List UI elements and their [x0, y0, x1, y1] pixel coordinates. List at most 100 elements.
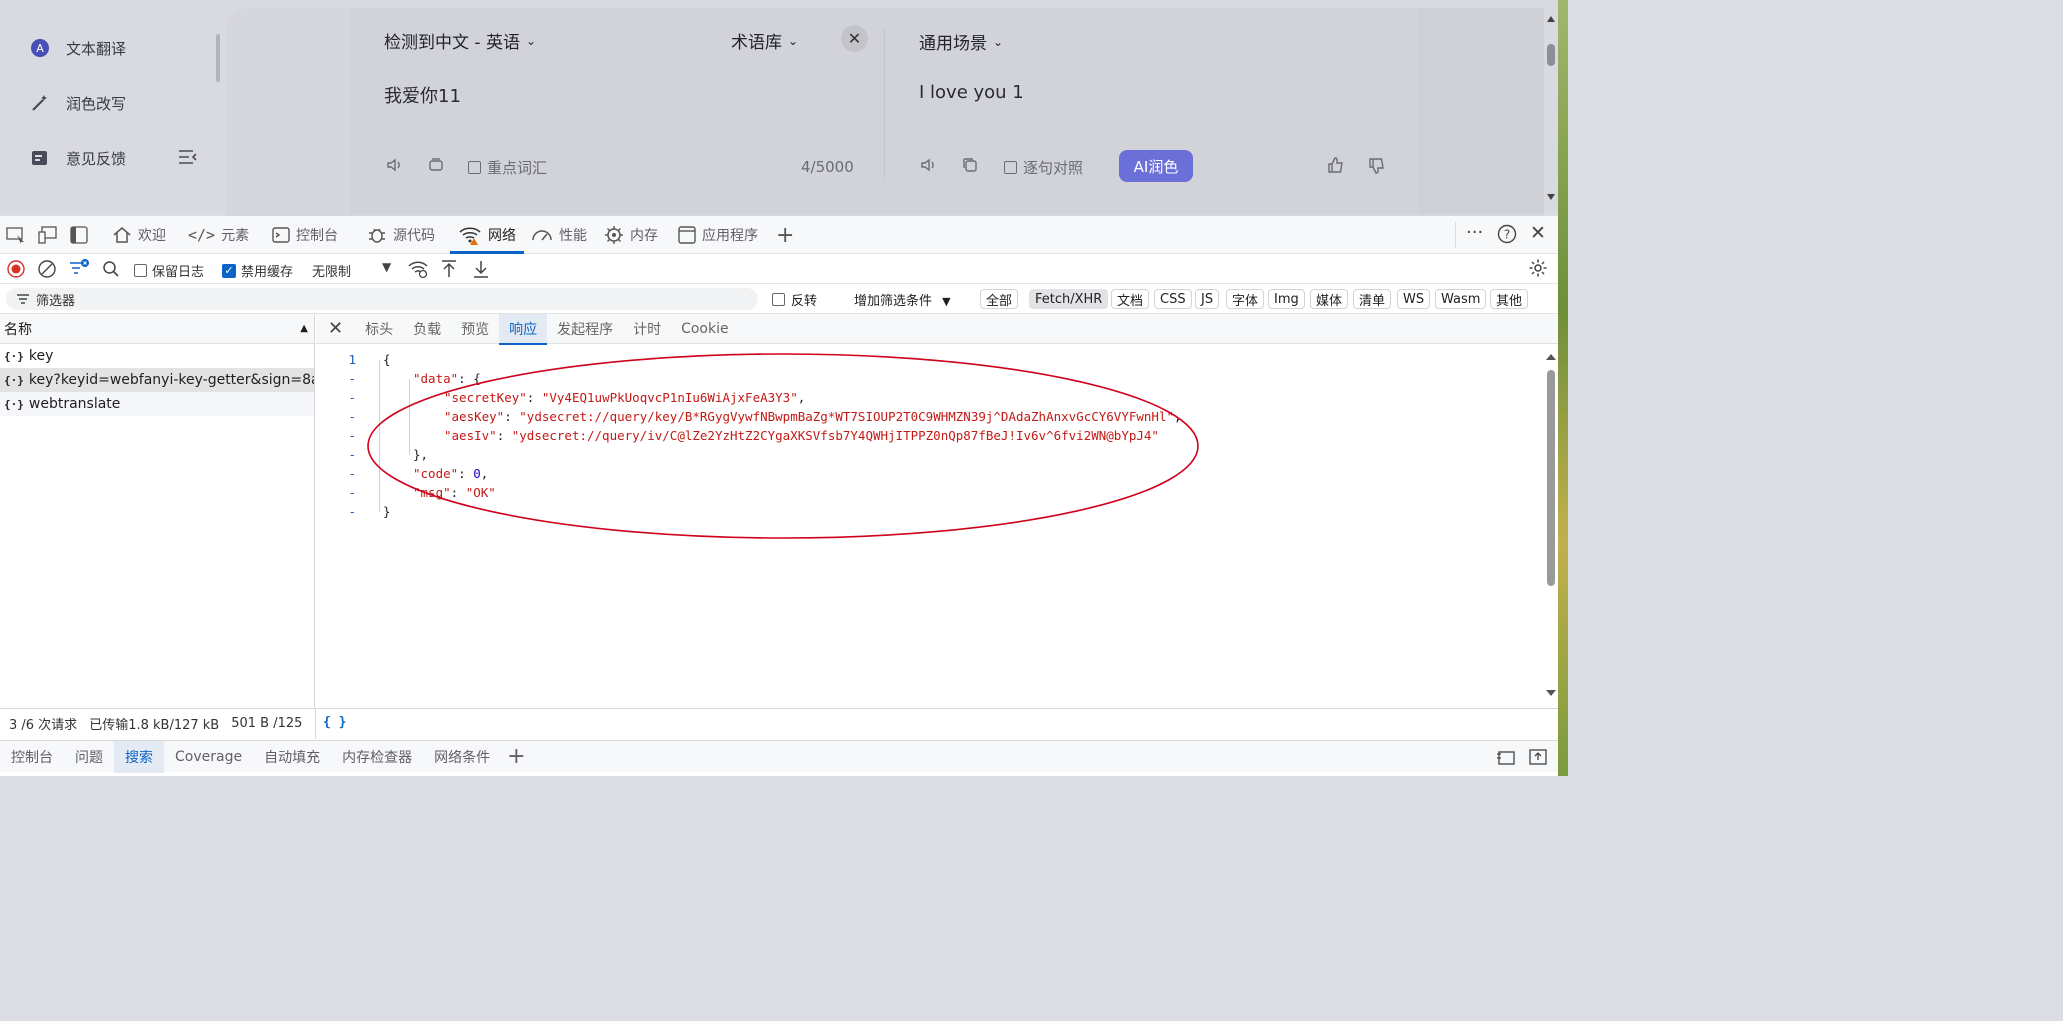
sidebar-item-text-translate[interactable]: A 文本翻译 — [28, 36, 126, 60]
tab-headers[interactable]: 标头 — [355, 314, 403, 344]
clear-icon[interactable] — [38, 260, 56, 282]
chevron-down-icon: ⌄ — [525, 33, 537, 48]
drawer-tab-issues[interactable]: 问题 — [64, 741, 114, 773]
chip-css[interactable]: CSS — [1154, 289, 1192, 309]
close-detail-icon[interactable]: ✕ — [316, 314, 355, 344]
tab-timing[interactable]: 计时 — [623, 314, 671, 344]
add-drawer-tab-icon[interactable]: + — [507, 744, 525, 769]
tab-response[interactable]: 响应 — [499, 313, 548, 345]
chip-ws[interactable]: WS — [1397, 289, 1431, 309]
speaker-icon[interactable] — [386, 156, 404, 174]
checkbox-box[interactable] — [468, 161, 481, 174]
chip-other[interactable]: 其他 — [1490, 289, 1529, 309]
caret-down-icon[interactable]: ▼ — [382, 260, 391, 274]
json-token: }, — [413, 447, 429, 462]
drawer-tab-console[interactable]: 控制台 — [0, 741, 64, 773]
preserve-log-checkbox[interactable]: 保留日志 — [134, 261, 204, 280]
help-icon[interactable]: ? — [1497, 224, 1517, 248]
tab-welcome[interactable]: 欢迎 — [112, 216, 166, 254]
sentence-compare-checkbox[interactable]: 逐句对照 — [1004, 157, 1083, 178]
tab-performance[interactable]: 性能 — [531, 216, 587, 254]
checkbox-box[interactable] — [134, 264, 147, 277]
drawer-tab-coverage[interactable]: Coverage — [164, 741, 253, 773]
chip-manifest[interactable]: 清单 — [1353, 289, 1392, 309]
tab-preview[interactable]: 预览 — [451, 314, 499, 344]
tab-initiator[interactable]: 发起程序 — [547, 314, 623, 344]
json-token: { — [383, 352, 391, 367]
tab-cookie[interactable]: Cookie — [671, 314, 739, 344]
tab-console[interactable]: 控制台 — [272, 216, 338, 254]
network-conditions-icon[interactable] — [407, 259, 429, 283]
speaker-icon[interactable] — [920, 156, 938, 174]
drawer-tab-search[interactable]: 搜索 — [114, 740, 164, 773]
tab-memory[interactable]: 内存 — [604, 216, 658, 254]
checkbox-box[interactable] — [772, 293, 785, 306]
invert-checkbox[interactable]: 反转 — [772, 290, 817, 309]
dock-drawer-icon[interactable] — [1496, 748, 1516, 770]
indent-guide — [379, 360, 380, 512]
chip-font[interactable]: 字体 — [1226, 289, 1265, 309]
pretty-print-button[interactable]: { } — [323, 715, 346, 730]
thumbs-up-icon[interactable] — [1326, 155, 1346, 175]
checkbox-box[interactable] — [1004, 161, 1017, 174]
chip-media[interactable]: 媒体 — [1310, 289, 1349, 309]
source-text-input[interactable]: 我爱你11 — [384, 82, 461, 108]
search-icon[interactable] — [102, 260, 120, 282]
checkmark-icon[interactable]: ✓ — [222, 263, 236, 278]
chip-fetch-xhr[interactable]: Fetch/XHR — [1029, 289, 1109, 309]
inspect-icon[interactable] — [6, 226, 26, 248]
sidebar-item-feedback[interactable]: 意见反馈 — [28, 146, 126, 170]
request-list-header[interactable]: 名称 ▲ — [0, 314, 314, 344]
scene-select[interactable]: 通用场景 ⌄ — [919, 29, 1003, 54]
chip-doc[interactable]: 文档 — [1111, 289, 1150, 309]
throttle-select[interactable]: 无限制 — [312, 261, 351, 280]
upload-icon[interactable] — [440, 259, 458, 283]
disable-cache-label: 禁用缓存 — [241, 265, 294, 280]
tab-sources[interactable]: 源代码 — [367, 216, 435, 254]
copy-icon[interactable] — [961, 156, 979, 174]
drawer-tab-network-conditions[interactable]: 网络条件 — [423, 741, 501, 773]
scene-label: 通用场景 — [919, 34, 987, 54]
glossary-select[interactable]: 术语库 ⌄ — [731, 28, 798, 53]
tab-network[interactable]: 网络 — [450, 216, 524, 254]
stack-icon[interactable] — [427, 156, 445, 174]
tab-payload[interactable]: 负载 — [403, 314, 451, 344]
key-words-checkbox[interactable]: 重点词汇 — [468, 157, 547, 178]
json-key: "secretKey" — [444, 390, 527, 405]
tab-elements[interactable]: </> 元素 — [188, 216, 249, 254]
chip-js[interactable]: JS — [1195, 289, 1220, 309]
app-scrollbar[interactable] — [1546, 10, 1556, 206]
drawer-tab-memory-inspector[interactable]: 内存检查器 — [331, 741, 423, 773]
dock-sidebar-icon[interactable] — [70, 226, 88, 248]
more-options-icon[interactable]: ··· — [1466, 222, 1483, 243]
filter-input[interactable]: 筛选器 — [6, 288, 758, 310]
sidebar-scrollbar[interactable] — [216, 34, 220, 82]
thumbs-down-icon[interactable] — [1367, 156, 1387, 176]
request-row[interactable]: {·} webtranslate — [0, 392, 314, 416]
response-scrollbar[interactable] — [1544, 350, 1558, 706]
chip-img[interactable]: Img — [1268, 289, 1305, 309]
record-icon[interactable] — [7, 260, 25, 282]
sort-ascending-icon[interactable]: ▲ — [300, 323, 308, 334]
chip-all[interactable]: 全部 — [980, 289, 1019, 309]
source-language-select[interactable]: 检测到中文 - 英语 ⌄ — [384, 28, 536, 53]
ai-polish-button[interactable]: AI润色 — [1119, 150, 1193, 182]
close-devtools-icon[interactable]: ✕ — [1530, 222, 1546, 244]
clear-button[interactable]: ✕ — [841, 25, 868, 52]
gear-icon[interactable] — [1528, 258, 1548, 282]
download-icon[interactable] — [472, 259, 490, 283]
add-tab-icon[interactable]: + — [776, 223, 794, 248]
collapse-sidebar-icon[interactable] — [178, 148, 198, 170]
filter-settings-icon[interactable] — [68, 258, 90, 282]
response-viewer[interactable]: 1 { - "data": { - "secretKey": "Vy4EQ1uw… — [316, 350, 1544, 710]
disable-cache-checkbox[interactable]: ✓ 禁用缓存 — [222, 261, 293, 280]
device-toolbar-icon[interactable] — [38, 226, 58, 248]
request-row[interactable]: {·} key — [0, 344, 314, 368]
drawer-tab-autofill[interactable]: 自动填充 — [253, 741, 331, 773]
tab-application[interactable]: 应用程序 — [678, 216, 758, 254]
request-row[interactable]: {·} key?keyid=webfanyi-key-getter&sign=8… — [0, 368, 314, 392]
close-drawer-icon[interactable] — [1528, 748, 1548, 770]
chip-wasm[interactable]: Wasm — [1435, 289, 1487, 309]
more-filters-dropdown[interactable]: 增加筛选条件 ▼ — [854, 290, 951, 309]
sidebar-item-polish[interactable]: 润色改写 — [28, 91, 126, 115]
